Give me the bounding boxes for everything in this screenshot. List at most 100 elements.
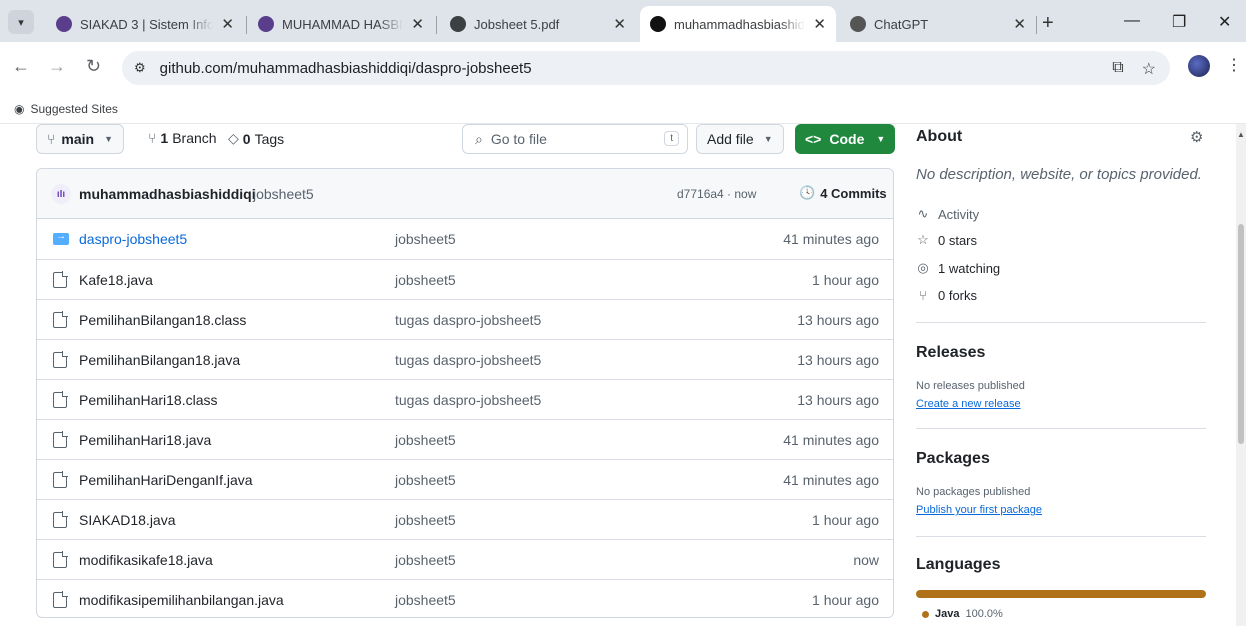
go-to-file-input[interactable]: ⌕ Go to file t <box>462 124 688 154</box>
file-commit-message-link[interactable]: tugas daspro-jobsheet5 <box>395 312 541 328</box>
file-row[interactable]: daspro-jobsheet5 jobsheet5 41 minutes ago <box>37 219 893 259</box>
siakad-favicon-icon <box>56 16 72 32</box>
watching-link[interactable]: ◎ 1 watching <box>916 260 1000 276</box>
file-age: 41 minutes ago <box>783 472 879 488</box>
commit-message-link[interactable]: jobsheet5 <box>253 186 314 202</box>
address-bar-url[interactable]: github.com/muhammadhasbiashiddiqi/daspro… <box>160 60 532 77</box>
close-tab-icon[interactable]: ✕ <box>813 15 826 33</box>
create-release-link[interactable]: Create a new release <box>916 398 1021 410</box>
branches-link[interactable]: ⑂ 1 Branch <box>148 130 217 146</box>
packages-empty-text: No packages published <box>916 486 1031 498</box>
minimize-window-button[interactable]: — <box>1124 12 1140 30</box>
file-commit-message-link[interactable]: jobsheet5 <box>395 272 456 288</box>
file-name-link[interactable]: Kafe18.java <box>79 272 153 288</box>
forward-icon[interactable]: → <box>48 56 66 77</box>
scroll-up-arrow-icon[interactable]: ▲ <box>1237 130 1245 139</box>
browser-tab-jobsheet-pdf[interactable]: Jobsheet 5.pdf ✕ <box>440 6 636 42</box>
browser-tab-bar: ▾ SIAKAD 3 | Sistem Informasi ✕ MUHAMMAD… <box>0 0 1246 42</box>
browser-tab-chatgpt[interactable]: ChatGPT ✕ <box>840 6 1036 42</box>
file-row[interactable]: SIAKAD18.java jobsheet5 1 hour ago <box>37 499 893 539</box>
publish-package-link[interactable]: Publish your first package <box>916 504 1042 516</box>
activity-link[interactable]: ∿ Activity <box>916 206 980 222</box>
site-info-icon[interactable]: ⚙ <box>134 60 146 76</box>
language-java[interactable]: Java 100.0% <box>922 608 1003 620</box>
tab-title: ChatGPT <box>874 16 929 32</box>
add-file-button[interactable]: Add file ▼ <box>696 124 784 154</box>
file-icon <box>53 471 68 488</box>
file-row[interactable]: modifikasikafe18.java jobsheet5 now <box>37 539 893 579</box>
code-button[interactable]: <> Code ▼ <box>795 124 896 154</box>
branch-selector-button[interactable]: ⑂ main ▼ <box>36 124 125 154</box>
github-repo-page: ⑂ main ▼ ⑂ 1 Branch ◇ 0 Tags ⌕ Go to fil… <box>0 124 1236 626</box>
file-age: 41 minutes ago <box>783 231 879 247</box>
file-name-link[interactable]: SIAKAD18.java <box>79 512 176 528</box>
eye-icon: ◎ <box>917 260 929 275</box>
tags-link[interactable]: ◇ 0 Tags <box>228 130 284 147</box>
bookmark-suggested-sites[interactable]: Suggested Sites <box>30 102 117 116</box>
siakad-favicon-icon <box>258 16 274 32</box>
avatar[interactable]: ıIı <box>51 184 71 204</box>
file-name-link[interactable]: PemilihanHari18.class <box>79 392 218 408</box>
file-row[interactable]: modifikasipemilihanbilangan.java jobsheet… <box>37 579 893 617</box>
close-tab-icon[interactable]: ✕ <box>1013 15 1026 33</box>
file-commit-message-link[interactable]: jobsheet5 <box>395 592 456 608</box>
file-commit-message-link[interactable]: jobsheet5 <box>395 472 456 488</box>
file-name-link[interactable]: modifikasikafe18.java <box>79 552 213 568</box>
page-scrollbar[interactable]: ▲ <box>1236 124 1246 626</box>
file-name-link[interactable]: PemilihanBilangan18.java <box>79 352 240 368</box>
file-commit-message-link[interactable]: jobsheet5 <box>395 231 456 247</box>
file-row[interactable]: PemilihanHariDenganIf.java jobsheet5 41 mi… <box>37 459 893 499</box>
restore-window-button[interactable]: ❐ <box>1172 12 1186 32</box>
close-window-button[interactable]: ✕ <box>1218 12 1231 32</box>
tab-search-menu-button[interactable]: ▾ <box>8 10 34 34</box>
scrollbar-thumb[interactable] <box>1238 224 1244 444</box>
file-name-link[interactable]: PemilihanBilangan18.class <box>79 312 246 328</box>
browser-tab-profile[interactable]: MUHAMMAD HASBI ASHIDDIQI ✕ <box>248 6 434 42</box>
browser-tab-siakad[interactable]: SIAKAD 3 | Sistem Informasi ✕ <box>46 6 244 42</box>
back-icon[interactable]: ← <box>12 56 30 77</box>
file-browser: ıIı muhammadhasbiashiddiqi jobsheet5 d77… <box>36 168 894 618</box>
releases-heading[interactable]: Releases <box>916 344 985 362</box>
tab-title: MUHAMMAD HASBI ASHIDDIQI <box>282 16 403 32</box>
bookmark-star-icon[interactable]: ☆ <box>1142 59 1156 79</box>
file-row[interactable]: PemilihanBilangan18.java tugas daspro-job… <box>37 339 893 379</box>
file-name-link[interactable]: PemilihanHariDenganIf.java <box>79 472 253 488</box>
cast-icon[interactable]: ⧉ <box>1112 59 1123 79</box>
file-row[interactable]: PemilihanHari18.java jobsheet5 41 minutes … <box>37 419 893 459</box>
profile-avatar[interactable] <box>1188 55 1210 77</box>
keyboard-shortcut-hint: t <box>664 131 679 146</box>
file-name-link[interactable]: daspro-jobsheet5 <box>79 231 187 247</box>
commit-author-link[interactable]: muhammadhasbiashiddiqi <box>79 186 256 202</box>
address-bar[interactable]: ⚙ github.com/muhammadhasbiashiddiqi/dasp… <box>122 51 1170 85</box>
browser-tab-github-active[interactable]: muhammadhasbiashiddiqi ✕ <box>640 6 836 42</box>
browser-menu-icon[interactable]: ⋮ <box>1226 55 1242 75</box>
file-name-link[interactable]: PemilihanHari18.java <box>79 432 211 448</box>
tab-separator <box>246 16 247 34</box>
tag-icon: ◇ <box>228 130 239 146</box>
file-icon <box>53 351 68 368</box>
file-row[interactable]: PemilihanBilangan18.class tugas daspro-jo… <box>37 299 893 339</box>
gear-icon[interactable]: ⚙ <box>1190 128 1203 146</box>
commits-link[interactable]: 🕓 4 Commits <box>799 185 887 201</box>
close-tab-icon[interactable]: ✕ <box>221 15 234 33</box>
stars-link[interactable]: ☆ 0 stars <box>916 232 977 248</box>
file-row[interactable]: PemilihanHari18.class tugas daspro-jobshe… <box>37 379 893 419</box>
folder-icon <box>53 231 69 245</box>
reload-icon[interactable]: ↻ <box>86 56 101 77</box>
file-row[interactable]: Kafe18.java jobsheet5 1 hour ago <box>37 259 893 299</box>
forks-link[interactable]: ⑂ 0 forks <box>916 288 977 303</box>
commit-hash[interactable]: d7716a4 · now <box>677 187 756 201</box>
file-commit-message-link[interactable]: jobsheet5 <box>395 552 456 568</box>
file-commit-message-link[interactable]: tugas daspro-jobsheet5 <box>395 392 541 408</box>
file-age: now <box>853 552 879 568</box>
file-age: 13 hours ago <box>797 392 879 408</box>
file-commit-message-link[interactable]: jobsheet5 <box>395 512 456 528</box>
file-commit-message-link[interactable]: jobsheet5 <box>395 432 456 448</box>
search-icon: ⌕ <box>475 130 483 147</box>
file-commit-message-link[interactable]: tugas daspro-jobsheet5 <box>395 352 541 368</box>
close-tab-icon[interactable]: ✕ <box>411 15 424 33</box>
file-name-link[interactable]: modifikasipemilihanbilangan.java <box>79 592 284 608</box>
close-tab-icon[interactable]: ✕ <box>613 15 626 33</box>
new-tab-button[interactable]: + <box>1042 12 1054 35</box>
packages-heading[interactable]: Packages <box>916 450 990 468</box>
